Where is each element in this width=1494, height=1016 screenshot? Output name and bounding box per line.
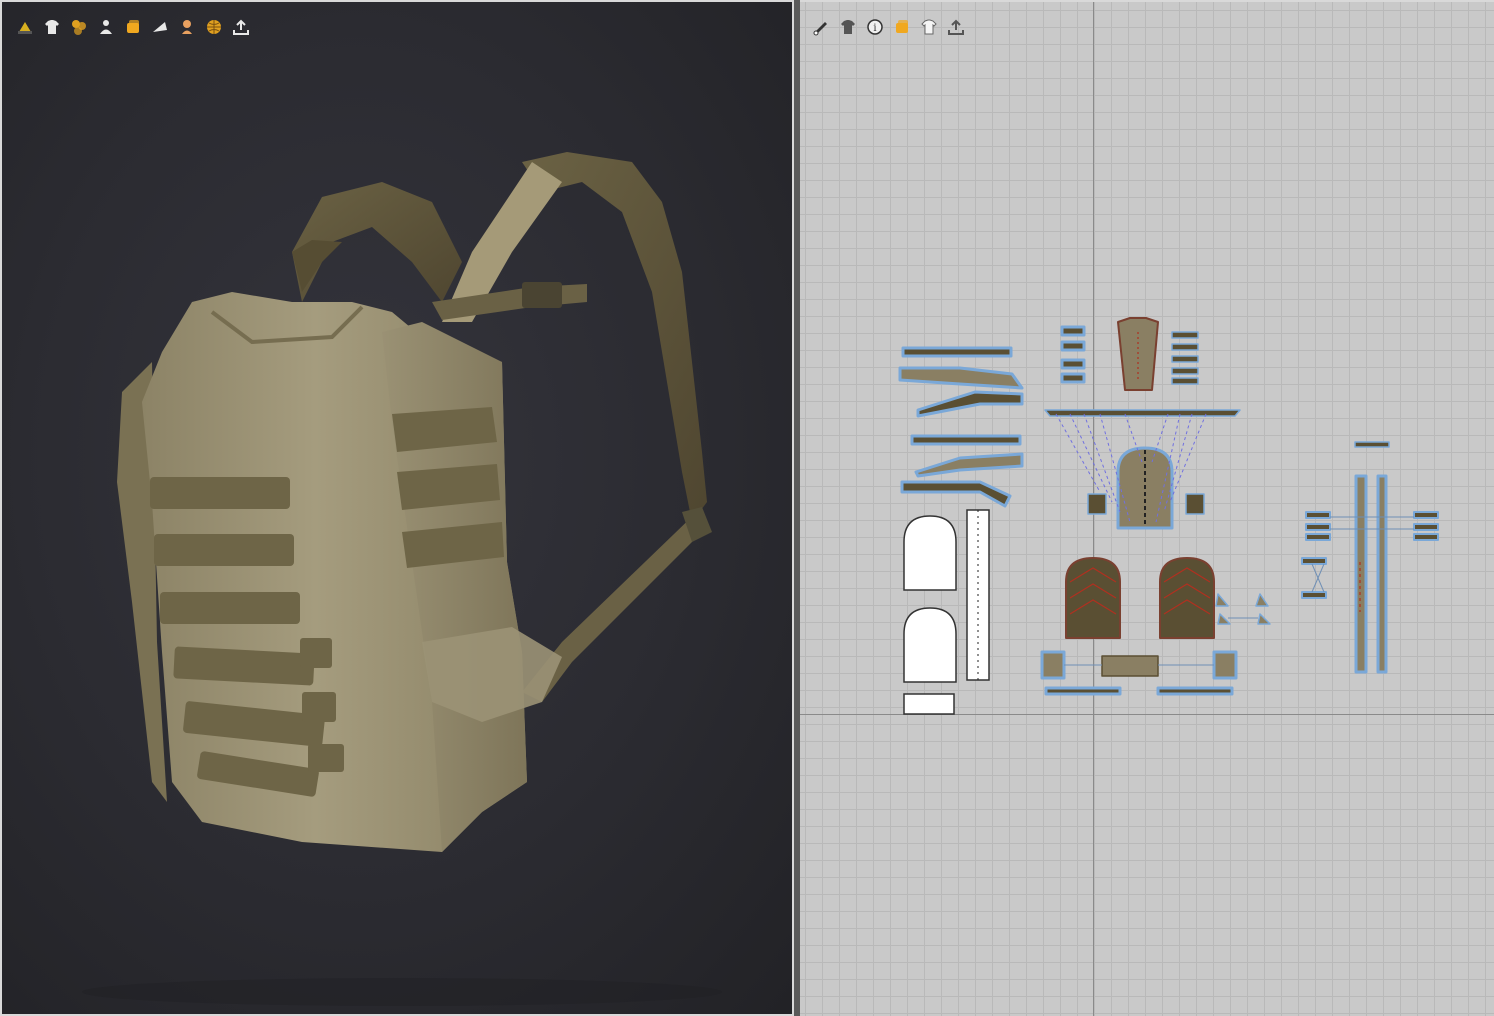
molle-webbing-side bbox=[392, 407, 504, 568]
backpack-3d-model[interactable] bbox=[2, 2, 794, 1016]
3d-viewport[interactable] bbox=[0, 0, 794, 1016]
pattern-piece-front-left bbox=[1065, 557, 1121, 639]
pattern-piece-strap bbox=[900, 480, 1012, 508]
pattern-piece-white-mid bbox=[903, 607, 957, 683]
2d-pattern-viewport[interactable]: i bbox=[800, 0, 1494, 1016]
pattern-piece-strap bbox=[901, 346, 1013, 358]
shoulder-strap-right bbox=[522, 152, 707, 522]
pattern-piece-strap bbox=[916, 390, 1024, 418]
pattern-piece-white-bottom bbox=[903, 693, 955, 715]
pattern-piece-strap bbox=[898, 366, 1024, 390]
pattern-piece-white-top bbox=[903, 515, 957, 591]
pattern-piece-vertical-strap bbox=[1354, 474, 1368, 674]
pattern-piece-strap bbox=[910, 434, 1022, 446]
pattern-piece-strap bbox=[914, 452, 1024, 478]
pattern-piece-bar bbox=[1044, 409, 1241, 417]
pattern-pieces[interactable] bbox=[800, 2, 1494, 1016]
pattern-piece-front-right bbox=[1159, 557, 1215, 639]
